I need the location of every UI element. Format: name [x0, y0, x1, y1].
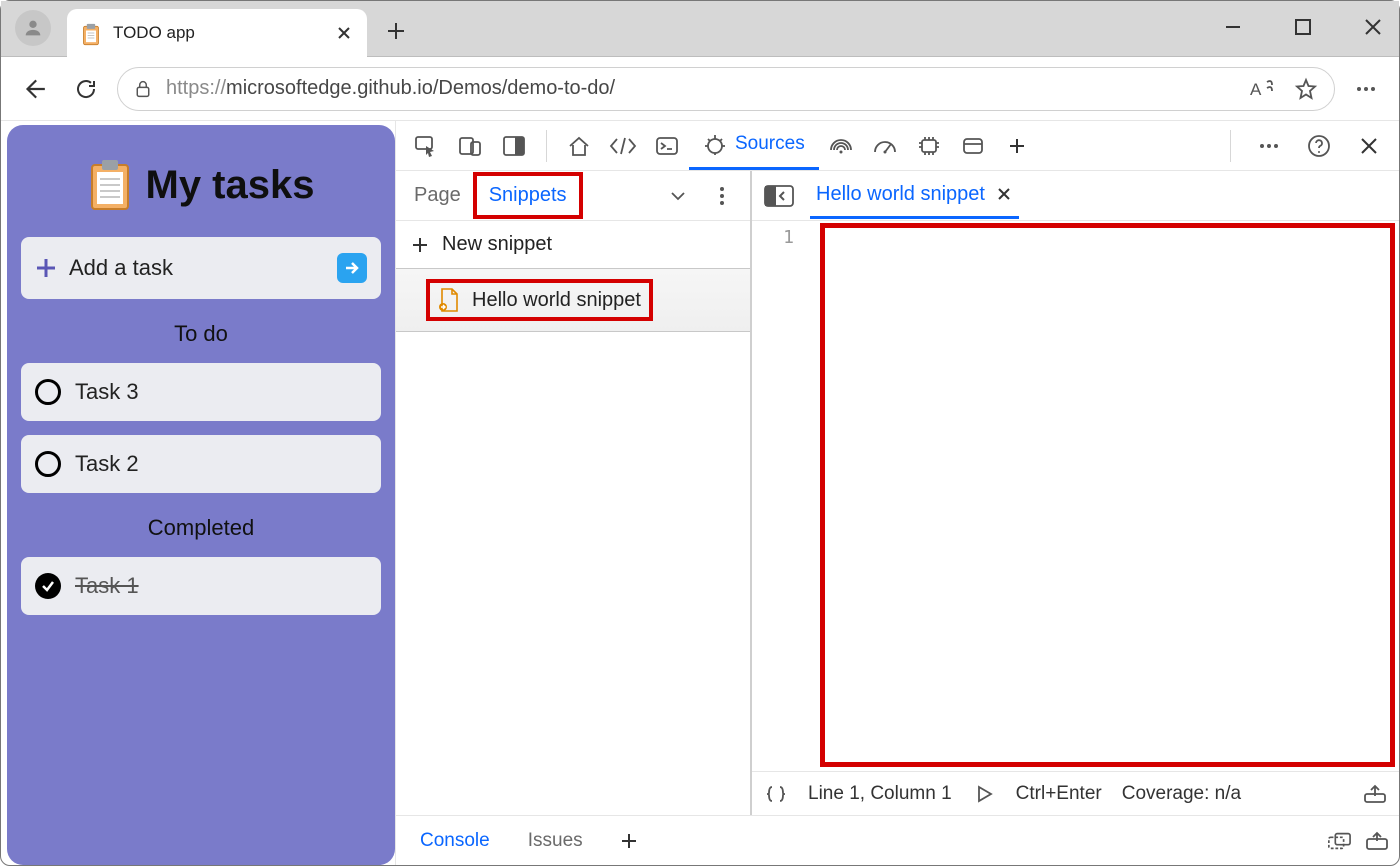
line-number: 1	[752, 221, 804, 771]
navigator-more-icon[interactable]	[700, 176, 744, 216]
tab-title: TODO app	[113, 23, 335, 43]
lock-icon	[134, 80, 152, 98]
browser-window: TODO app https://microsoftedge.github.io…	[0, 0, 1400, 866]
navigator-panel: Page Snippets New snippet	[396, 171, 752, 815]
more-button[interactable]	[1345, 68, 1387, 110]
issues-toggle-icon[interactable]	[1327, 829, 1351, 853]
submit-arrow-icon[interactable]	[337, 253, 367, 283]
clipboard-icon	[81, 23, 101, 43]
completed-section-header: Completed	[21, 507, 381, 543]
editor-status-bar: Line 1, Column 1 Ctrl+Enter Coverage: n/…	[752, 771, 1399, 815]
window-close-button[interactable]	[1355, 9, 1391, 45]
dock-side-icon[interactable]	[492, 126, 536, 166]
task-label: Task 2	[75, 451, 139, 477]
coverage-status: Coverage: n/a	[1122, 783, 1241, 805]
navigator-tab-snippets[interactable]: Snippets	[473, 172, 583, 219]
drawer-tab-console[interactable]: Console	[406, 820, 504, 862]
devtools-drawer: Console Issues	[396, 815, 1399, 865]
pretty-print-icon[interactable]	[764, 782, 788, 806]
window-minimize-button[interactable]	[1215, 9, 1251, 45]
tab-console[interactable]	[645, 126, 689, 166]
url-text: https://microsoftedge.github.io/Demos/de…	[166, 77, 1236, 100]
add-task-button[interactable]: Add a task	[21, 237, 381, 299]
content-row: My tasks Add a task To do Task 3 Task 2 …	[1, 121, 1399, 865]
window-controls	[1215, 9, 1391, 45]
drawer-tab-issues[interactable]: Issues	[514, 820, 597, 862]
drawer-add-tab-icon[interactable]	[607, 821, 651, 861]
navigator-tab-page[interactable]: Page	[402, 176, 473, 215]
devtools: Sources	[395, 121, 1399, 865]
devtools-close-icon[interactable]	[1347, 126, 1391, 166]
address-bar: https://microsoftedge.github.io/Demos/de…	[1, 57, 1399, 121]
back-button[interactable]	[13, 68, 55, 110]
task-item[interactable]: Task 2	[21, 435, 381, 493]
omnibox[interactable]: https://microsoftedge.github.io/Demos/de…	[117, 67, 1335, 111]
device-toggle-icon[interactable]	[448, 126, 492, 166]
new-snippet-button[interactable]: New snippet	[396, 221, 750, 268]
tab-network[interactable]	[819, 126, 863, 166]
tab-welcome[interactable]	[557, 126, 601, 166]
svg-text:A: A	[1250, 80, 1262, 99]
profile-button[interactable]	[15, 10, 51, 46]
clipboard-icon	[88, 159, 132, 211]
browser-tab[interactable]: TODO app	[67, 9, 367, 57]
read-aloud-icon[interactable]: A	[1250, 78, 1276, 100]
editor-tab[interactable]: Hello world snippet	[810, 173, 1019, 219]
tab-application[interactable]	[951, 126, 995, 166]
todo-app: My tasks Add a task To do Task 3 Task 2 …	[7, 125, 395, 865]
drawer-expand-icon[interactable]	[1365, 829, 1389, 853]
editor-tab-close-icon[interactable]	[995, 185, 1013, 203]
task-item-completed[interactable]: Task 1	[21, 557, 381, 615]
refresh-button[interactable]	[65, 68, 107, 110]
snippet-file-icon	[438, 287, 460, 313]
tab-close-button[interactable]	[335, 24, 353, 42]
snippet-list-item[interactable]: Hello world snippet	[396, 268, 750, 332]
cursor-position: Line 1, Column 1	[808, 783, 952, 805]
run-hint: Ctrl+Enter	[1016, 783, 1102, 805]
code-editor[interactable]: 1	[752, 221, 1399, 771]
sources-panel: Page Snippets New snippet	[396, 171, 1399, 815]
more-tabs-button[interactable]	[995, 126, 1039, 166]
annotation-highlight	[820, 223, 1395, 767]
devtools-more-icon[interactable]	[1247, 126, 1291, 166]
devtools-toolbar: Sources	[396, 121, 1399, 171]
todo-section-header: To do	[21, 313, 381, 349]
add-task-label: Add a task	[69, 255, 173, 281]
plus-icon	[35, 257, 57, 279]
tab-sources[interactable]: Sources	[689, 122, 819, 170]
new-tab-button[interactable]	[375, 10, 417, 52]
tab-memory[interactable]	[907, 126, 951, 166]
navigator-overflow-icon[interactable]	[656, 176, 700, 216]
new-snippet-label: New snippet	[442, 233, 552, 256]
devtools-help-icon[interactable]	[1297, 126, 1341, 166]
task-label: Task 1	[75, 573, 139, 599]
tab-elements[interactable]	[601, 126, 645, 166]
run-snippet-icon[interactable]	[972, 782, 996, 806]
unchecked-icon[interactable]	[35, 451, 61, 477]
editor-panel: Hello world snippet 1 Line 1, Column 1	[752, 171, 1399, 815]
unchecked-icon[interactable]	[35, 379, 61, 405]
task-label: Task 3	[75, 379, 139, 405]
window-maximize-button[interactable]	[1285, 9, 1321, 45]
tab-performance[interactable]	[863, 126, 907, 166]
checked-icon[interactable]	[35, 573, 61, 599]
favorite-icon[interactable]	[1294, 77, 1318, 101]
snippet-name: Hello world snippet	[472, 289, 641, 312]
title-bar: TODO app	[1, 1, 1399, 57]
task-item[interactable]: Task 3	[21, 363, 381, 421]
app-title: My tasks	[146, 163, 315, 208]
toggle-navigator-button[interactable]	[762, 182, 796, 210]
editor-tab-label: Hello world snippet	[816, 183, 985, 206]
inspect-element-icon[interactable]	[404, 126, 448, 166]
tab-sources-label: Sources	[735, 133, 805, 155]
upload-icon[interactable]	[1363, 782, 1387, 806]
